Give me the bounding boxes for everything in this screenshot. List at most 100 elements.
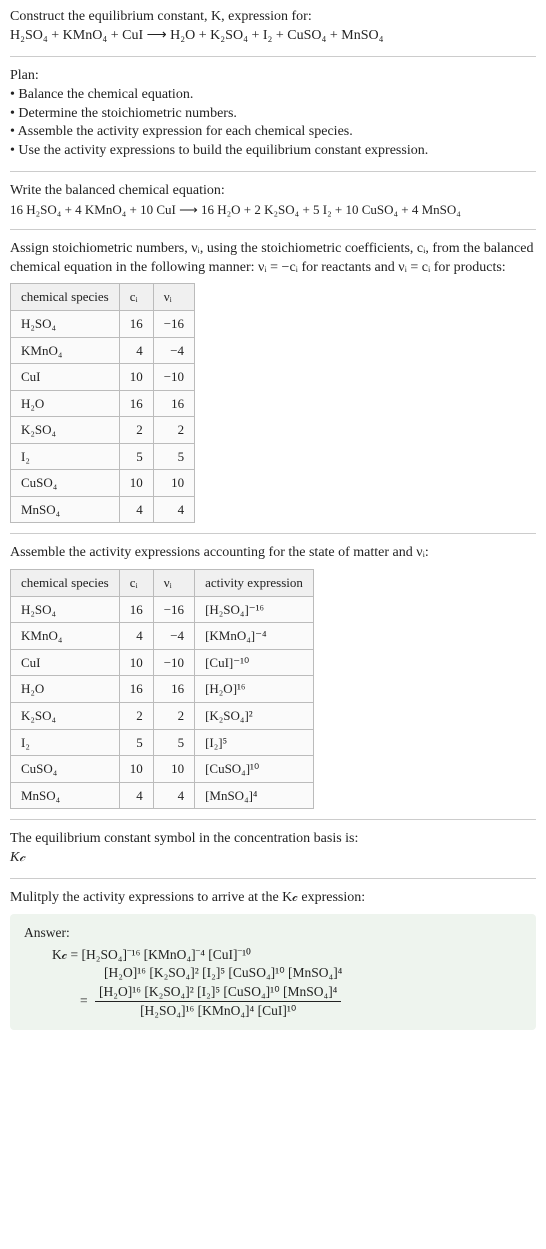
answer-title: Answer:: [24, 924, 522, 942]
cell-vi: 4: [153, 496, 194, 523]
cell-vi: 4: [153, 782, 194, 809]
divider: [10, 56, 536, 57]
cell-activity: [KMnO₄]⁻⁴: [195, 623, 314, 650]
cell-ci: 16: [119, 676, 153, 703]
cell-vi: 5: [153, 443, 194, 470]
cell-ci: 10: [119, 364, 153, 391]
cell-ci: 5: [119, 729, 153, 756]
cell-ci: 2: [119, 703, 153, 730]
answer-frac: = [H₂O]¹⁶ [K₂SO₄]² [I₂]⁵ [CuSO₄]¹⁰ [MnSO…: [24, 983, 522, 1020]
table-row: I₂55: [11, 443, 195, 470]
cell-activity: [H₂O]¹⁶: [195, 676, 314, 703]
balanced: Write the balanced chemical equation: 16…: [10, 182, 536, 218]
cell-species: KMnO₄: [11, 337, 120, 364]
cell-ci: 10: [119, 470, 153, 497]
assemble-text: Assemble the activity expressions accoun…: [10, 544, 536, 563]
symbol: The equilibrium constant symbol in the c…: [10, 830, 536, 868]
answer-l2: [H₂O]¹⁶ [K₂SO₄]² [I₂]⁵ [CuSO₄]¹⁰ [MnSO₄]…: [104, 965, 342, 980]
cell-species: I₂: [11, 443, 120, 470]
col-species: chemical species: [11, 570, 120, 597]
cell-species: H₂O: [11, 390, 120, 417]
cell-vi: −4: [153, 623, 194, 650]
col-species: chemical species: [11, 284, 120, 311]
cell-ci: 4: [119, 337, 153, 364]
table-row: K₂SO₄22: [11, 417, 195, 444]
cell-vi: 10: [153, 756, 194, 783]
cell-species: K₂SO₄: [11, 417, 120, 444]
cell-vi: −4: [153, 337, 194, 364]
fraction: [H₂O]¹⁶ [K₂SO₄]² [I₂]⁵ [CuSO₄]¹⁰ [MnSO₄]…: [91, 983, 345, 1020]
cell-ci: 16: [119, 596, 153, 623]
table-row: CuSO₄1010[CuSO₄]¹⁰: [11, 756, 314, 783]
divider: [10, 171, 536, 172]
cell-vi: 16: [153, 390, 194, 417]
divider: [10, 878, 536, 879]
plan-title: Plan:: [10, 67, 536, 86]
cell-vi: −16: [153, 311, 194, 338]
divider: [10, 819, 536, 820]
cell-species: H₂O: [11, 676, 120, 703]
symbol-l2: K𝒸: [10, 849, 536, 868]
balanced-eq: 16 H₂SO₄ + 4 KMnO₄ + 10 CuI ⟶ 16 H₂O + 2…: [10, 201, 536, 219]
cell-species: MnSO₄: [11, 782, 120, 809]
cell-ci: 4: [119, 496, 153, 523]
table-header-row: chemical species cᵢ νᵢ: [11, 284, 195, 311]
cell-species: CuI: [11, 364, 120, 391]
answer-line1: K𝒸 = [H₂SO₄]⁻¹⁶ [KMnO₄]⁻⁴ [CuI]⁻¹⁰: [24, 946, 522, 964]
cell-species: H₂SO₄: [11, 596, 120, 623]
cell-species: CuSO₄: [11, 756, 120, 783]
answer-l1: K𝒸 = [H₂SO₄]⁻¹⁶ [KMnO₄]⁻⁴ [CuI]⁻¹⁰: [52, 947, 251, 962]
cell-ci: 16: [119, 311, 153, 338]
cell-species: MnSO₄: [11, 496, 120, 523]
plan-b1: • Balance the chemical equation.: [10, 86, 536, 105]
cell-species: CuI: [11, 649, 120, 676]
answer-line2: [H₂O]¹⁶ [K₂SO₄]² [I₂]⁵ [CuSO₄]¹⁰ [MnSO₄]…: [24, 964, 522, 982]
cell-species: KMnO₄: [11, 623, 120, 650]
table-row: I₂55[I₂]⁵: [11, 729, 314, 756]
balanced-title: Write the balanced chemical equation:: [10, 182, 536, 201]
cell-vi: −10: [153, 364, 194, 391]
col-ci: cᵢ: [119, 570, 153, 597]
table-row: KMnO₄4−4[KMnO₄]⁻⁴: [11, 623, 314, 650]
plan: Plan: • Balance the chemical equation. •…: [10, 67, 536, 161]
col-activity: activity expression: [195, 570, 314, 597]
stoich-table: chemical species cᵢ νᵢ H₂SO₄16−16KMnO₄4−…: [10, 283, 195, 523]
cell-vi: 2: [153, 703, 194, 730]
col-vi: νᵢ: [153, 570, 194, 597]
cell-activity: [H₂SO₄]⁻¹⁶: [195, 596, 314, 623]
table-row: H₂SO₄16−16: [11, 311, 195, 338]
multiply-text: Mulitply the activity expressions to arr…: [10, 889, 536, 908]
table-row: K₂SO₄22[K₂SO₄]²: [11, 703, 314, 730]
cell-ci: 4: [119, 782, 153, 809]
divider: [10, 229, 536, 230]
plan-b3: • Assemble the activity expression for e…: [10, 123, 536, 142]
cell-ci: 10: [119, 649, 153, 676]
cell-ci: 5: [119, 443, 153, 470]
cell-vi: 2: [153, 417, 194, 444]
table-row: CuSO₄1010: [11, 470, 195, 497]
col-vi: νᵢ: [153, 284, 194, 311]
table-row: MnSO₄44: [11, 496, 195, 523]
assign-text: Assign stoichiometric numbers, νᵢ, using…: [10, 240, 536, 278]
plan-b4: • Use the activity expressions to build …: [10, 142, 536, 161]
intro-line2: H₂SO₄ + KMnO₄ + CuI ⟶ H₂O + K₂SO₄ + I₂ +…: [10, 27, 536, 46]
table-row: CuI10−10: [11, 364, 195, 391]
cell-activity: [I₂]⁵: [195, 729, 314, 756]
cell-species: H₂SO₄: [11, 311, 120, 338]
table-row: KMnO₄4−4: [11, 337, 195, 364]
cell-activity: [CuI]⁻¹⁰: [195, 649, 314, 676]
cell-vi: 10: [153, 470, 194, 497]
cell-activity: [CuSO₄]¹⁰: [195, 756, 314, 783]
answer-box: Answer: K𝒸 = [H₂SO₄]⁻¹⁶ [KMnO₄]⁻⁴ [CuI]⁻…: [10, 914, 536, 1030]
table-row: H₂O1616[H₂O]¹⁶: [11, 676, 314, 703]
table-row: MnSO₄44[MnSO₄]⁴: [11, 782, 314, 809]
cell-species: CuSO₄: [11, 470, 120, 497]
cell-activity: [MnSO₄]⁴: [195, 782, 314, 809]
answer-eq: =: [80, 992, 91, 1007]
cell-activity: [K₂SO₄]²: [195, 703, 314, 730]
cell-vi: −10: [153, 649, 194, 676]
table-header-row: chemical species cᵢ νᵢ activity expressi…: [11, 570, 314, 597]
cell-vi: 16: [153, 676, 194, 703]
table-row: H₂O1616: [11, 390, 195, 417]
divider: [10, 533, 536, 534]
